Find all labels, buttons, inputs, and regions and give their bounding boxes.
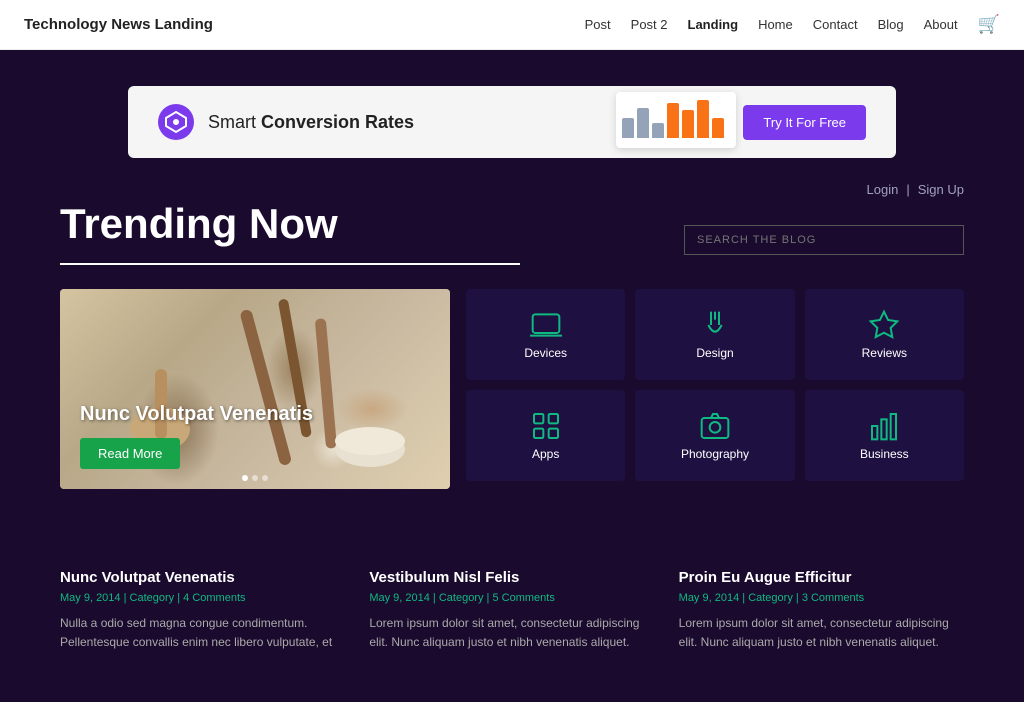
nav-post[interactable]: Post <box>585 17 611 32</box>
photography-icon <box>699 410 731 447</box>
navbar: Technology News Landing Post Post 2 Land… <box>0 0 1024 50</box>
main-content: Trending Now <box>0 201 1024 702</box>
nav-links: Post Post 2 Landing Home Contact Blog Ab… <box>585 14 1000 35</box>
business-icon <box>868 410 900 447</box>
blog-post-0: Nunc Volutpat Venenatis May 9, 2014 | Ca… <box>60 569 345 652</box>
laptop-icon <box>530 309 562 346</box>
category-devices[interactable]: Devices <box>466 289 625 380</box>
dot-3 <box>262 475 268 481</box>
reviews-label: Reviews <box>862 346 907 360</box>
category-business[interactable]: Business <box>805 390 964 481</box>
nav-home[interactable]: Home <box>758 17 793 32</box>
blog-post-2: Proin Eu Augue Efficitur May 9, 2014 | C… <box>679 569 964 652</box>
blog-post-1-title: Vestibulum Nisl Felis <box>369 569 654 586</box>
blog-post-1-meta: May 9, 2014 | Category | 5 Comments <box>369 592 654 604</box>
business-label: Business <box>860 447 909 461</box>
blog-post-0-excerpt: Nulla a odio sed magna congue condimentu… <box>60 614 345 652</box>
banner-dashboard-illustration <box>616 92 736 148</box>
brand-name: Technology News Landing <box>24 16 213 33</box>
blog-posts-row: Nunc Volutpat Venenatis May 9, 2014 | Ca… <box>60 569 964 682</box>
design-label: Design <box>696 346 733 360</box>
auth-separator: | <box>906 182 909 197</box>
trending-title: Trending Now <box>60 201 338 247</box>
search-block <box>684 215 964 255</box>
photography-label: Photography <box>681 447 749 461</box>
blog-post-2-title: Proin Eu Augue Efficitur <box>679 569 964 586</box>
cart-icon[interactable]: 🛒 <box>978 14 1000 34</box>
blog-post-2-excerpt: Lorem ipsum dolor sit amet, consectetur … <box>679 614 964 652</box>
blog-post-1-excerpt: Lorem ipsum dolor sit amet, consectetur … <box>369 614 654 652</box>
category-apps[interactable]: Apps <box>466 390 625 481</box>
blog-post-1: Vestibulum Nisl Felis May 9, 2014 | Cate… <box>369 569 654 652</box>
category-design[interactable]: Design <box>635 289 794 380</box>
blog-post-2-meta: May 9, 2014 | Category | 3 Comments <box>679 592 964 604</box>
nav-blog[interactable]: Blog <box>878 17 904 32</box>
login-link[interactable]: Login <box>867 182 899 197</box>
nav-landing[interactable]: Landing <box>688 17 739 32</box>
card-dots <box>242 475 268 481</box>
category-photography[interactable]: Photography <box>635 390 794 481</box>
nav-about[interactable]: About <box>924 17 958 32</box>
try-btn[interactable]: Try It For Free <box>743 105 866 140</box>
nav-contact[interactable]: Contact <box>813 17 858 32</box>
trending-title-block: Trending Now <box>60 201 338 247</box>
reviews-icon <box>868 309 900 346</box>
featured-row: Nunc Volutpat Venenatis Read More Devic <box>60 289 964 489</box>
banner-left: Smart Conversion Rates <box>158 104 414 140</box>
devices-label: Devices <box>524 346 567 360</box>
blog-post-0-title: Nunc Volutpat Venenatis <box>60 569 345 586</box>
trending-divider <box>60 263 520 265</box>
blog-post-0-meta: May 9, 2014 | Category | 4 Comments <box>60 592 345 604</box>
nav-post2[interactable]: Post 2 <box>631 17 668 32</box>
featured-card-content: Nunc Volutpat Venenatis Read More <box>80 403 313 469</box>
banner-logo-icon <box>158 104 194 140</box>
design-icon <box>699 309 731 346</box>
banner-text: Smart Conversion Rates <box>208 112 414 133</box>
dot-1 <box>242 475 248 481</box>
auth-row: Login | Sign Up <box>0 174 1024 201</box>
apps-icon <box>530 410 562 447</box>
category-reviews[interactable]: Reviews <box>805 289 964 380</box>
category-grid: Devices Design <box>466 289 964 481</box>
featured-card: Nunc Volutpat Venenatis Read More <box>60 289 450 489</box>
trending-header: Trending Now <box>60 201 964 255</box>
search-input[interactable] <box>684 225 964 255</box>
banner: Smart Conversion Rates Try It For Free <box>128 86 896 158</box>
read-more-button[interactable]: Read More <box>80 438 180 469</box>
signup-link[interactable]: Sign Up <box>918 182 964 197</box>
featured-card-title: Nunc Volutpat Venenatis <box>80 403 313 426</box>
apps-label: Apps <box>532 447 559 461</box>
dot-2 <box>252 475 258 481</box>
